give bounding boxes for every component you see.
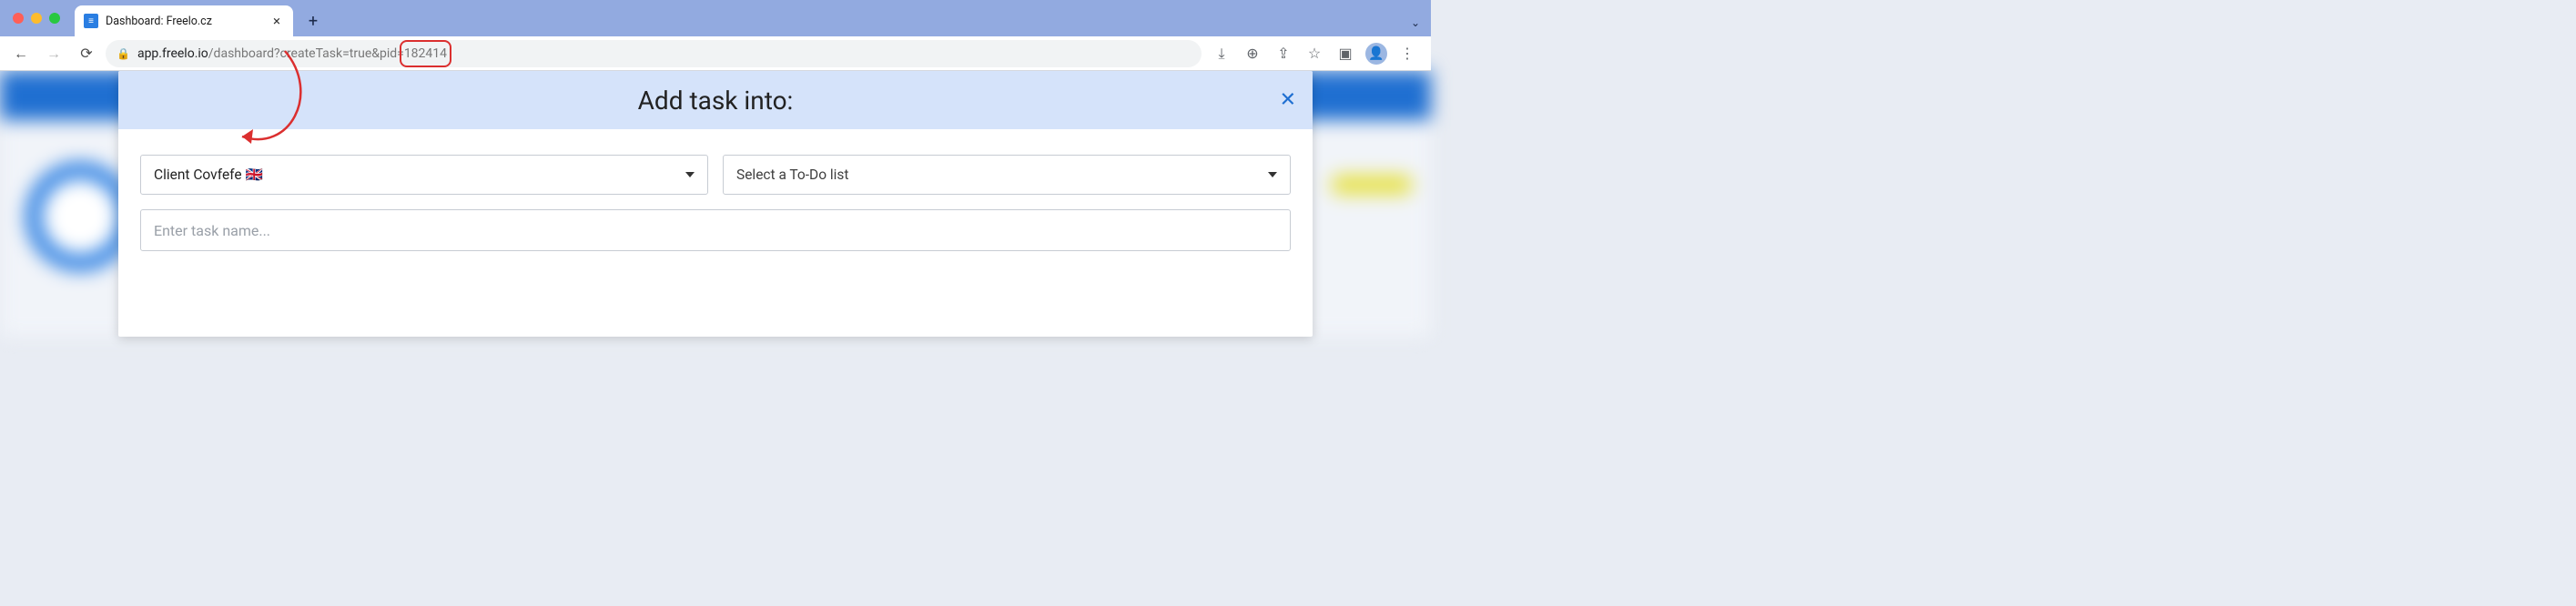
tab-title: Dashboard: Freelo.cz (106, 15, 262, 28)
back-button[interactable]: ← (7, 40, 35, 67)
reload-button[interactable]: ⟳ (73, 40, 100, 67)
client-select-value: Client Covfefe 🇬🇧 (154, 167, 263, 183)
client-select[interactable]: Client Covfefe 🇬🇧 (140, 155, 708, 195)
forward-button[interactable]: → (40, 40, 67, 67)
zoom-icon[interactable]: ⊕ (1238, 40, 1267, 67)
task-name-field[interactable] (140, 209, 1291, 251)
tab-favicon: ≡ (84, 14, 98, 28)
add-task-modal: Add task into: ✕ Client Covfefe 🇬🇧 Selec… (118, 71, 1313, 337)
new-tab-button[interactable]: + (300, 8, 326, 34)
star-icon[interactable]: ☆ (1300, 40, 1329, 67)
task-name-input[interactable] (154, 222, 1277, 239)
toolbar-right-icons: ⤓ ⊕ ⇪ ☆ ▣ 👤 ⋮ (1207, 40, 1424, 67)
browser-chrome: ≡ Dashboard: Freelo.cz × + ⌄ ← → ⟳ 🔒 app… (0, 0, 1431, 71)
share-icon[interactable]: ⇪ (1269, 40, 1298, 67)
modal-body: Client Covfefe 🇬🇧 Select a To-Do list (118, 129, 1313, 273)
window-controls (9, 0, 69, 36)
url-path-prefix: /dashboard?createTask=true&pid= (208, 46, 404, 61)
url-domain: app.freelo.io (137, 46, 208, 61)
todo-list-select[interactable]: Select a To-Do list (723, 155, 1291, 195)
caret-down-icon (685, 172, 695, 177)
kebab-menu-icon[interactable]: ⋮ (1393, 40, 1422, 67)
side-panel-icon[interactable]: ▣ (1331, 40, 1360, 67)
modal-title: Add task into: (638, 86, 794, 116)
tab-overflow-icon[interactable]: ⌄ (1411, 16, 1420, 29)
active-tab[interactable]: ≡ Dashboard: Freelo.cz × (75, 5, 293, 36)
url-pid: 182414 (404, 46, 447, 61)
tab-strip: ≡ Dashboard: Freelo.cz × + ⌄ (0, 0, 1431, 36)
modal-close-button[interactable]: ✕ (1280, 89, 1296, 112)
modal-header: Add task into: ✕ (118, 71, 1313, 129)
avatar-icon: 👤 (1365, 43, 1387, 65)
maximize-window-icon[interactable] (49, 13, 60, 24)
download-icon[interactable]: ⤓ (1207, 40, 1236, 67)
url-text: app.freelo.io/dashboard?createTask=true&… (137, 46, 447, 61)
minimize-window-icon[interactable] (31, 13, 42, 24)
close-tab-icon[interactable]: × (269, 15, 284, 28)
address-bar[interactable]: 🔒 app.freelo.io/dashboard?createTask=tru… (106, 40, 1202, 67)
close-window-icon[interactable] (13, 13, 24, 24)
lock-icon: 🔒 (117, 47, 130, 60)
browser-toolbar: ← → ⟳ 🔒 app.freelo.io/dashboard?createTa… (0, 36, 1431, 71)
profile-button[interactable]: 👤 (1362, 40, 1391, 67)
caret-down-icon (1268, 172, 1277, 177)
todo-list-select-placeholder: Select a To-Do list (736, 167, 849, 183)
